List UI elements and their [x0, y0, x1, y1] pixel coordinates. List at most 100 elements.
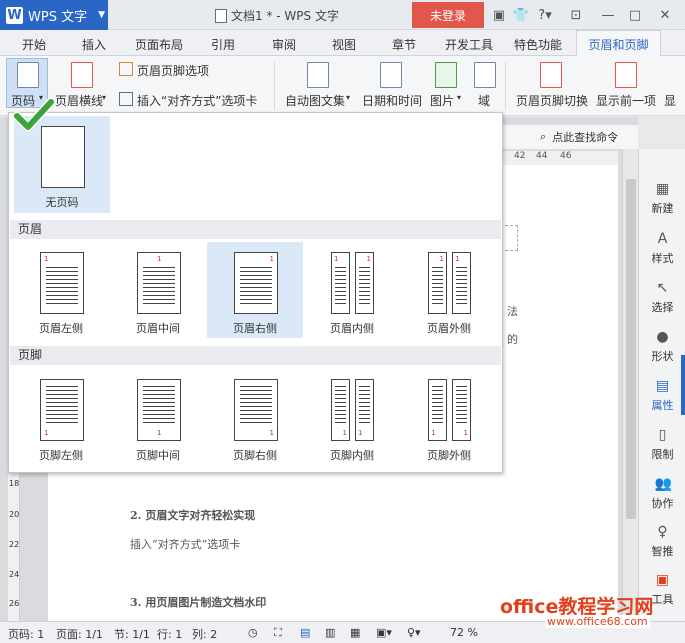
page-thumbnail: 1	[234, 379, 278, 441]
web-view-icon[interactable]: ▦	[350, 626, 360, 639]
tab-developer[interactable]: 开发工具	[445, 36, 493, 53]
footer-inside-option[interactable]: 1 1 页脚内侧	[304, 369, 400, 465]
fullscreen-icon[interactable]: ⛶	[274, 626, 282, 640]
header-left-option[interactable]: 1 页眉左侧	[13, 242, 109, 338]
status-page: 页码: 1	[8, 628, 45, 641]
horizontal-ruler: 42 44 46	[500, 151, 618, 165]
panel-label: 限制	[651, 448, 674, 461]
option-label: 页脚内侧	[330, 449, 374, 462]
date-time-button[interactable]: 日期和时间	[362, 92, 422, 109]
page-number-mark: 1	[157, 255, 162, 263]
picture-button[interactable]: 图片	[430, 92, 454, 109]
page-thumbnail: 1	[234, 252, 278, 314]
panel-label: 协作	[651, 497, 674, 510]
status-col: 列: 2	[192, 628, 218, 641]
outline-view-icon[interactable]: ▥	[325, 626, 335, 639]
panel-collaborate[interactable]: 👥 协作	[639, 476, 685, 511]
option-label: 页脚右侧	[233, 449, 277, 462]
field-button[interactable]: 域	[478, 92, 490, 109]
toolbox-icon: ▣	[655, 572, 670, 588]
tab-reference[interactable]: 引用	[211, 36, 235, 53]
header-outside-option[interactable]: 1 1 页眉外侧	[401, 242, 497, 338]
header-line-button[interactable]: 页眉横线	[55, 92, 103, 109]
tab-features[interactable]: 特色功能	[514, 36, 562, 53]
page-number-mark: 1	[334, 255, 339, 263]
show-previous-button[interactable]: 显示前一项	[596, 92, 656, 109]
footer-right-option[interactable]: 1 页脚右侧	[207, 369, 303, 465]
panel-properties[interactable]: ▤ 属性	[639, 378, 685, 413]
skin-icon[interactable]: ▣	[490, 6, 508, 24]
tab-view[interactable]: 视图	[332, 36, 356, 53]
option-label: 页眉外侧	[427, 322, 471, 335]
option-label: 无页码	[45, 196, 79, 209]
spread-thumbnail: 1 1	[428, 252, 472, 314]
footer-left-option[interactable]: 1 页脚左侧	[13, 369, 109, 465]
shirt-icon[interactable]: 👕	[512, 6, 530, 24]
panel-select[interactable]: ↖ 选择	[639, 280, 685, 315]
panel-new[interactable]: ▦ 新建	[639, 181, 685, 216]
show-next-button[interactable]: 显	[664, 92, 676, 109]
insert-align-tab-button[interactable]: 插入“对齐方式”选项卡	[137, 92, 257, 109]
ruler-tick: 24	[9, 570, 20, 579]
page-number-mark: 1	[342, 429, 347, 437]
header-right-option[interactable]: 1 页眉右侧	[207, 242, 303, 338]
command-search[interactable]: ⌕ 点此查找命令	[500, 125, 638, 149]
option-label: 页眉中间	[136, 322, 180, 335]
option-label: 页眉左侧	[39, 322, 83, 335]
header-inside-option[interactable]: 1 1 页眉内侧	[304, 242, 400, 338]
header-footer-options-button[interactable]: 页眉页脚选项	[137, 62, 209, 79]
app-name: WPS 文字	[28, 9, 88, 25]
page-thumbnail: 1	[137, 379, 181, 441]
app-menu-button[interactable]: W WPS 文字 ▼	[0, 0, 108, 30]
tab-insert[interactable]: 插入	[82, 36, 106, 53]
history-icon[interactable]: ◷	[248, 626, 258, 639]
tab-chapter[interactable]: 章节	[392, 36, 416, 53]
minimize-icon[interactable]: —	[599, 6, 617, 24]
page-view-icon[interactable]: ▤	[300, 626, 310, 639]
panel-shape[interactable]: ● 形状	[639, 329, 685, 364]
footer-center-option[interactable]: 1 页脚中间	[110, 369, 206, 465]
collaborate-icon: 👥	[654, 476, 672, 492]
panel-label: 工具	[651, 593, 674, 606]
header-center-option[interactable]: 1 页眉中间	[110, 242, 206, 338]
document-heading: 2. 页眉文字对齐轻松实现	[130, 509, 256, 522]
header-footer-switch-button[interactable]: 页眉页脚切换	[516, 92, 588, 109]
panel-restrict[interactable]: ▯ 限制	[639, 427, 685, 462]
new-icon: ▦	[655, 181, 670, 197]
ribbon-divider	[274, 62, 275, 110]
panel-label: 样式	[651, 252, 674, 265]
zoom-level[interactable]: 72 %	[450, 626, 478, 639]
footer-outside-option[interactable]: 1 1 页脚外侧	[401, 369, 497, 465]
search-icon: ⌕	[540, 130, 547, 143]
document-text: 的	[507, 333, 518, 346]
tab-header-footer[interactable]: 页眉和页脚	[576, 30, 661, 57]
wps-logo-icon: W	[6, 6, 23, 24]
ruler-tick: 42	[514, 151, 526, 161]
maximize-icon[interactable]: □	[626, 6, 644, 24]
restore-icon[interactable]: ⊡	[567, 6, 585, 24]
document-text: 插入“对齐方式”选项卡	[130, 538, 241, 551]
option-label: 页脚左侧	[39, 449, 83, 462]
page-number-mark: 1	[463, 429, 468, 437]
picture-icon	[435, 62, 457, 88]
vertical-scrollbar[interactable]	[622, 149, 638, 621]
switch-icon	[540, 62, 562, 88]
document-icon	[215, 8, 227, 23]
close-icon[interactable]: ✕	[656, 6, 674, 24]
tab-page-layout[interactable]: 页面布局	[135, 36, 183, 53]
tab-review[interactable]: 审阅	[272, 36, 296, 53]
auto-text-button[interactable]: 自动图文集	[285, 92, 345, 109]
page-number-dropdown: 无页码 页眉 页脚 1 页眉左侧 1 页眉中间 1 页眉右侧 1 1 页眉内侧 …	[8, 112, 503, 473]
panel-smart-push[interactable]: ♀ 智推	[639, 524, 685, 559]
panel-style[interactable]: A 样式	[639, 231, 685, 266]
help-button[interactable]: ? ▾	[536, 6, 554, 24]
eye-protect-icon[interactable]: ♀▾	[407, 626, 421, 639]
scrollbar-thumb[interactable]	[626, 179, 636, 519]
login-button[interactable]: 未登录	[412, 2, 484, 28]
panel-label: 属性	[651, 399, 674, 412]
read-view-icon[interactable]: ▣▾	[376, 626, 392, 639]
show-previous-icon	[615, 62, 637, 88]
tab-home[interactable]: 开始	[22, 36, 46, 53]
ruler-tick: 22	[9, 540, 20, 549]
page-thumbnail: 1	[40, 379, 84, 441]
